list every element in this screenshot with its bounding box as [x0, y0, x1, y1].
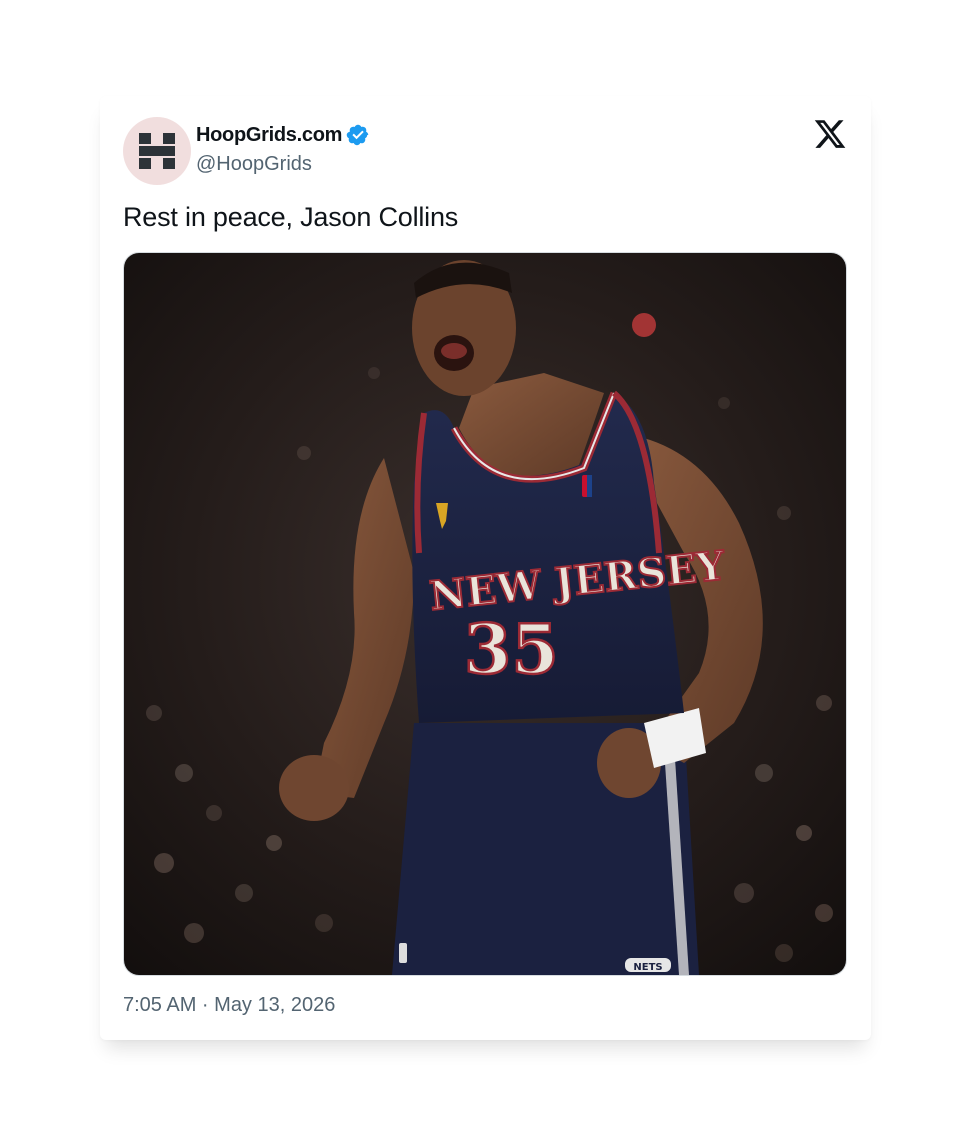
tweet-media-photo[interactable]: NEW JERSEY 35 NETS	[123, 252, 847, 976]
tweet-text: Rest in peace, Jason Collins	[123, 202, 459, 232]
author-handle[interactable]: @HoopGrids	[196, 153, 312, 176]
shorts-logo-text: NETS	[633, 962, 662, 973]
tweet-embed-screen: HoopGrids.com @HoopGrids Rest in peace, …	[0, 0, 971, 1139]
jersey-number-text: 35	[464, 610, 559, 690]
tweet-timestamp[interactable]: 7:05 AM · May 13, 2026	[123, 994, 335, 1017]
player-photo: NEW JERSEY 35 NETS	[124, 253, 846, 975]
display-name[interactable]: HoopGrids.com	[196, 124, 342, 147]
avatar[interactable]	[123, 117, 191, 185]
x-logo-icon[interactable]	[813, 117, 847, 151]
verified-badge-icon	[346, 124, 369, 146]
author-name-row[interactable]: HoopGrids.com	[196, 123, 370, 147]
hoopgrids-logo-icon	[139, 133, 175, 169]
tweet-card[interactable]: HoopGrids.com @HoopGrids Rest in peace, …	[100, 96, 871, 1040]
